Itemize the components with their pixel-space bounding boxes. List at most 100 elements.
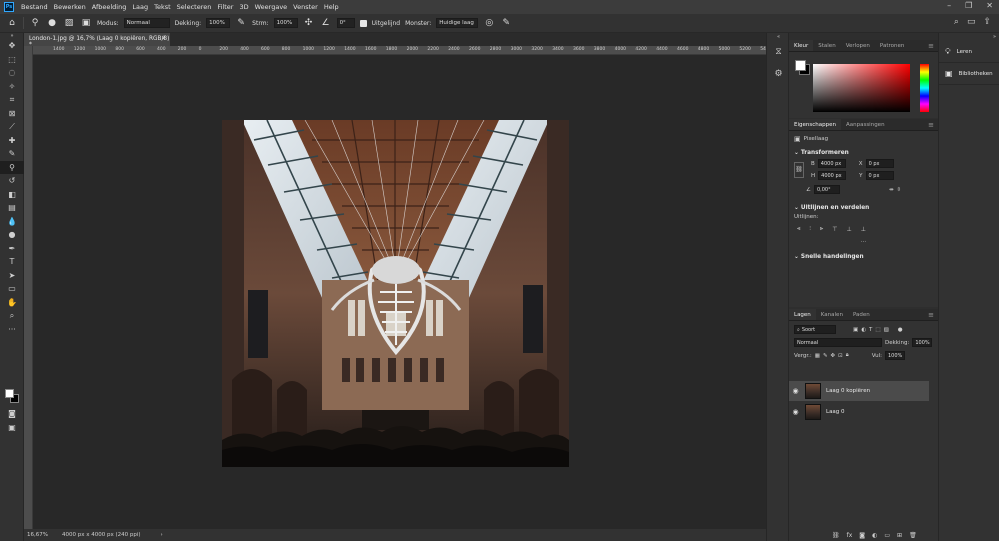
eyedropper-tool-icon[interactable]: ⟋ [0,120,24,134]
menu-selecteren[interactable]: Selecteren [174,3,215,11]
color-picker-field[interactable] [813,64,910,112]
sample-select[interactable]: Huidige laag [436,18,479,28]
collapse-icon[interactable]: » [939,33,999,41]
brush-tool-icon[interactable]: ✎ [0,147,24,161]
rectangle-tool-icon[interactable]: ▭ [0,282,24,296]
align-top-icon[interactable]: ⊤ [832,226,837,233]
history-brush-tool-icon[interactable]: ↺ [0,174,24,188]
angle-input[interactable]: 0° [336,18,355,28]
adjustment-layer-icon[interactable]: ◐ [872,532,877,539]
align-middle-v-icon[interactable]: ⊥ [847,226,852,233]
layer-filter-select[interactable]: ⌕ Soort [794,325,836,334]
panel-menu-icon[interactable]: ≡ [928,311,934,319]
magic-wand-tool-icon[interactable]: ✧ [0,80,24,94]
zoom-level[interactable]: 16,67% [27,532,48,538]
menu-3d[interactable]: 3D [236,3,251,11]
tab-verlopen[interactable]: Verlopen [841,40,875,51]
align-bottom-icon[interactable]: ⊥ [861,226,866,233]
opacity-input[interactable]: 100% [206,18,231,28]
lock-image-icon[interactable]: ✎ [823,353,828,359]
tab-kleur[interactable]: Kleur [789,40,814,51]
link-layers-icon[interactable]: ⛓ [832,532,840,539]
filter-pixel-icon[interactable]: ▣ [853,327,858,333]
lock-position-icon[interactable]: ✥ [831,353,836,359]
document-tab[interactable]: London-1.jpg @ 16,7% (Laag 0 kopiëren, R… [24,33,170,48]
align-left-icon[interactable]: ⫷ [797,225,800,233]
home-icon[interactable]: ⌂ [6,18,18,28]
learn-item[interactable]: 💡︎ Leren [939,41,999,63]
align-header[interactable]: ⌄ Uitlijnen en verdelen [789,203,938,213]
flip-horizontal-icon[interactable]: ⇹ [889,187,894,193]
minimize-icon[interactable]: – [947,1,951,10]
link-icon[interactable]: ⛓ [794,161,804,178]
clone-source-icon[interactable]: ▣ [80,18,92,28]
clone-stamp-icon[interactable]: ⚲ [29,18,41,28]
layer-name[interactable]: Laag 0 [826,409,845,415]
lock-transparent-icon[interactable]: ▦ [815,353,820,359]
airbrush-icon[interactable]: ✣ [303,18,315,28]
vertical-ruler[interactable] [24,46,33,529]
close-tab-icon[interactable]: × [161,36,166,42]
rotation-input[interactable]: 0,00° [813,185,840,194]
layer-name[interactable]: Laag 0 kopiëren [826,388,870,394]
maximize-icon[interactable]: ❐ [965,1,972,10]
aligned-checkbox[interactable] [359,19,367,27]
flip-vertical-icon[interactable]: ⇳ [897,187,902,193]
blur-tool-icon[interactable]: 💧 [0,215,24,229]
brush-settings-icon[interactable]: ▨ [63,18,75,28]
foreground-color-swatch[interactable] [5,389,14,398]
tab-aanpassingen[interactable]: Aanpassingen [841,119,890,130]
filter-shape-icon[interactable]: ⬚ [875,327,880,333]
width-input[interactable]: 4000 px [817,159,846,168]
tab-lagen[interactable]: Lagen [789,309,816,320]
align-right-icon[interactable]: ⫸ [820,225,823,233]
pressure-size-icon[interactable]: ✎ [500,18,512,28]
close-icon[interactable]: ✕ [986,1,993,10]
crop-tool-icon[interactable]: ⌗ [0,93,24,107]
eye-icon[interactable]: ◉ [789,408,802,416]
color-fg-swatch[interactable] [795,60,806,71]
fx-icon[interactable]: fx [847,532,853,539]
filter-type-icon[interactable]: T [869,327,872,333]
panel-menu-icon[interactable]: ≡ [928,42,934,50]
eye-icon[interactable]: ◉ [789,387,802,395]
more-tools-icon[interactable]: ··· [0,323,24,337]
trash-icon[interactable]: 🗑︎ [909,532,917,539]
group-icon[interactable]: ▭ [884,532,890,539]
quick-mask-icon[interactable]: ◙ [0,407,24,421]
dodge-tool-icon[interactable]: ● [0,228,24,242]
marquee-tool-icon[interactable]: ⬚ [0,53,24,67]
fill-input[interactable]: 100% [884,351,905,360]
mode-select[interactable]: Normaal [123,18,170,28]
hue-slider[interactable] [920,64,929,112]
filter-toggle-icon[interactable]: ● [898,327,903,333]
lock-all-icon[interactable]: 🔒︎ [846,352,849,359]
tab-stalen[interactable]: Stalen [813,40,840,51]
horizontal-ruler[interactable]: 1400 1200 1000 800 600 400 200 0 200 400 600 800 100… [33,46,766,55]
align-center-h-icon[interactable]: ⫶ [809,225,811,233]
quick-actions-header[interactable]: ⌄ Snelle handelingen [789,252,938,262]
new-layer-icon[interactable]: ⊞ [897,532,902,539]
menu-filter[interactable]: Filter [214,3,236,11]
add-mask-icon[interactable]: ◙ [859,532,865,539]
frame-tool-icon[interactable]: ⊠ [0,107,24,121]
layer-row[interactable]: ◉ Laag 0 kopiëren [789,381,929,401]
eraser-tool-icon[interactable]: ◧ [0,188,24,202]
height-input[interactable]: 4000 px [818,171,847,180]
history-panel-icon[interactable]: ⧖ [767,41,790,63]
layer-opacity-input[interactable]: 100% [912,338,933,347]
menu-laag[interactable]: Laag [129,3,151,11]
menu-weergave[interactable]: Weergave [252,3,291,11]
collapse-icon[interactable]: « [767,33,790,41]
hand-tool-icon[interactable]: ✋ [0,296,24,310]
layer-row[interactable]: ◉ Laag 0 [789,402,929,422]
menu-afbeelding[interactable]: Afbeelding [89,3,130,11]
libraries-item[interactable]: ▣ Bibliotheken [939,63,999,85]
menu-bestand[interactable]: Bestand [18,3,51,11]
zoom-tool-icon[interactable]: ⌕ [0,309,24,323]
x-input[interactable]: 0 px [865,159,894,168]
adjustments-panel-icon[interactable]: ⚙ [767,63,790,85]
gradient-tool-icon[interactable]: ▤ [0,201,24,215]
share-icon[interactable]: ⇪ [983,17,991,27]
tab-kanalen[interactable]: Kanalen [816,309,848,320]
